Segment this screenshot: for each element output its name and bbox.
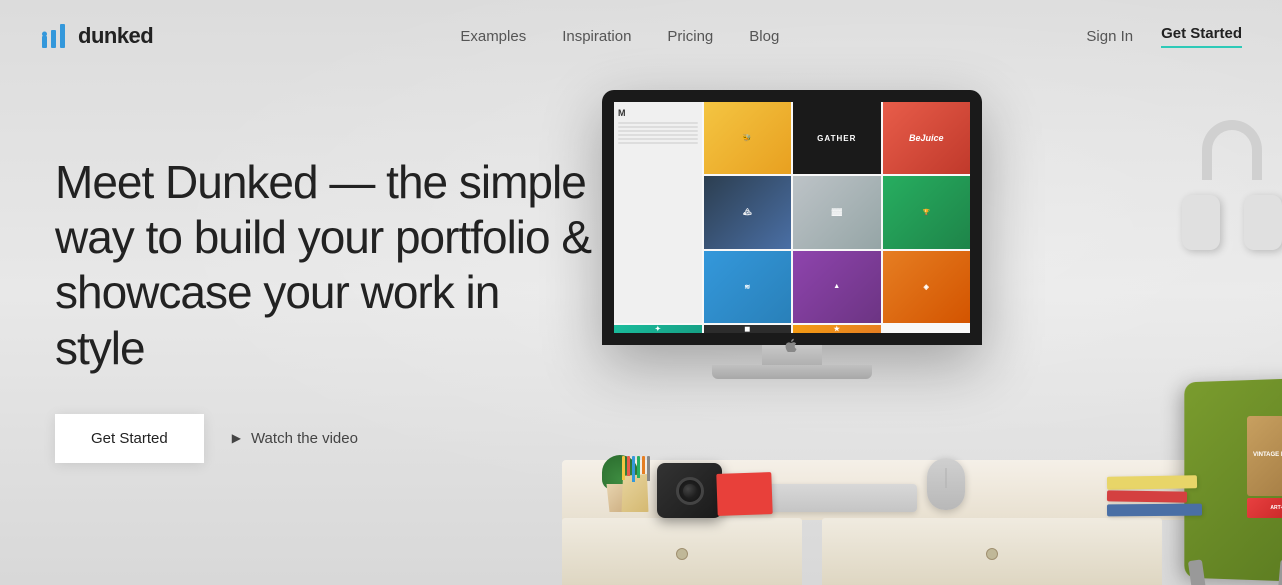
play-icon: ▶ <box>232 431 241 445</box>
portfolio-thumb-11: ◼ <box>704 325 792 333</box>
camera-lens <box>676 477 704 505</box>
hero-get-started-button[interactable]: Get Started <box>55 414 204 463</box>
portfolio-thumb-12: ★ <box>793 325 881 333</box>
hero-headline: Meet Dunked — the simple way to build yo… <box>55 155 600 376</box>
portfolio-thumb-8: ▲ <box>793 251 881 323</box>
headphone-left-ear <box>1182 195 1220 250</box>
magazine-2: ART+ <box>1247 498 1282 518</box>
nav-examples[interactable]: Examples <box>460 28 526 45</box>
portfolio-thumb-10: ✦ <box>614 325 702 333</box>
pencil <box>637 456 640 478</box>
book-yellow <box>1107 475 1197 490</box>
pencil-holder <box>620 464 650 512</box>
camera-lens-inner <box>683 484 697 498</box>
screen-sidebar-logo: M <box>618 108 698 118</box>
camera <box>657 463 722 518</box>
portfolio-thumb-7: ≋ <box>704 251 792 323</box>
logo-link[interactable]: dunked <box>40 22 153 50</box>
portfolio-thumb-6: 🏆 <box>883 176 971 248</box>
screen-sidebar-line <box>618 138 698 140</box>
drawer-knob-left <box>676 548 688 560</box>
dunked-logo-icon <box>40 22 68 50</box>
book-red <box>1107 490 1187 502</box>
magazine-stack: VINTAGE MARVEL ART+ <box>1247 416 1282 518</box>
pencil <box>627 456 630 476</box>
desk-drawer-right <box>822 518 1162 585</box>
pencil-bunch <box>622 456 650 482</box>
portfolio-thumb-1: 🐝 <box>704 102 792 174</box>
nav-pricing[interactable]: Pricing <box>667 28 713 45</box>
pencil <box>632 456 635 482</box>
hero-text-block: Meet Dunked — the simple way to build yo… <box>55 155 600 463</box>
pencil <box>642 456 645 474</box>
watch-video-label: Watch the video <box>251 430 358 447</box>
logo-text: dunked <box>78 23 153 49</box>
sign-in-link[interactable]: Sign In <box>1086 28 1133 45</box>
hero-headline-line3: showcase your work in style <box>55 266 499 373</box>
nav-right: Sign In Get Started <box>1086 25 1242 48</box>
nav-get-started-button[interactable]: Get Started <box>1161 25 1242 48</box>
monitor-base <box>712 365 872 379</box>
apple-logo <box>784 338 800 354</box>
portfolio-thumb-5: ▓▓ <box>793 176 881 248</box>
screen-sidebar-line <box>618 134 698 136</box>
portfolio-thumb-9: ◈ <box>883 251 971 323</box>
desk-drawer-left <box>562 518 802 585</box>
book-stack <box>1107 476 1202 516</box>
headphones <box>1182 120 1282 260</box>
screen-sidebar: M <box>614 102 702 323</box>
portfolio-thumb-2: GATHER <box>793 102 881 174</box>
hero-headline-line2: way to build your portfolio & <box>55 211 591 263</box>
hero-cta-group: Get Started ▶ Watch the video <box>55 414 600 463</box>
notebook <box>716 472 772 516</box>
mouse-line <box>946 468 947 488</box>
headphone-right-ear <box>1244 195 1282 250</box>
nav-blog[interactable]: Blog <box>749 28 779 45</box>
navigation: dunked Examples Inspiration Pricing Blog… <box>0 0 1282 72</box>
monitor-screen-outer: M 🐝 GATHER BeJuice 🏔 ▓ <box>602 90 982 345</box>
drawer-knob-right <box>986 548 998 560</box>
screen-sidebar-line <box>618 142 698 144</box>
headphone-band <box>1202 120 1262 180</box>
watch-video-link[interactable]: ▶ Watch the video <box>232 430 358 447</box>
screen-sidebar-line <box>618 122 698 124</box>
pencil <box>622 456 625 480</box>
book-blue <box>1107 504 1202 517</box>
nav-inspiration[interactable]: Inspiration <box>562 28 631 45</box>
monitor-screen-inner: M 🐝 GATHER BeJuice 🏔 ▓ <box>614 102 970 333</box>
magazine-1: VINTAGE MARVEL <box>1247 416 1282 496</box>
portfolio-thumb-4: 🏔 <box>704 176 792 248</box>
mouse <box>927 458 965 510</box>
nav-links: Examples Inspiration Pricing Blog <box>460 28 779 45</box>
portfolio-thumb-3: BeJuice <box>883 102 971 174</box>
monitor: M 🐝 GATHER BeJuice 🏔 ▓ <box>602 90 982 390</box>
hero-section: dunked Examples Inspiration Pricing Blog… <box>0 0 1282 585</box>
desk-scene: M 🐝 GATHER BeJuice 🏔 ▓ <box>522 80 1282 585</box>
screen-sidebar-line <box>618 130 698 132</box>
hero-headline-line1: Meet Dunked — the simple <box>55 156 586 208</box>
screen-sidebar-line <box>618 126 698 128</box>
pencil <box>647 456 650 481</box>
